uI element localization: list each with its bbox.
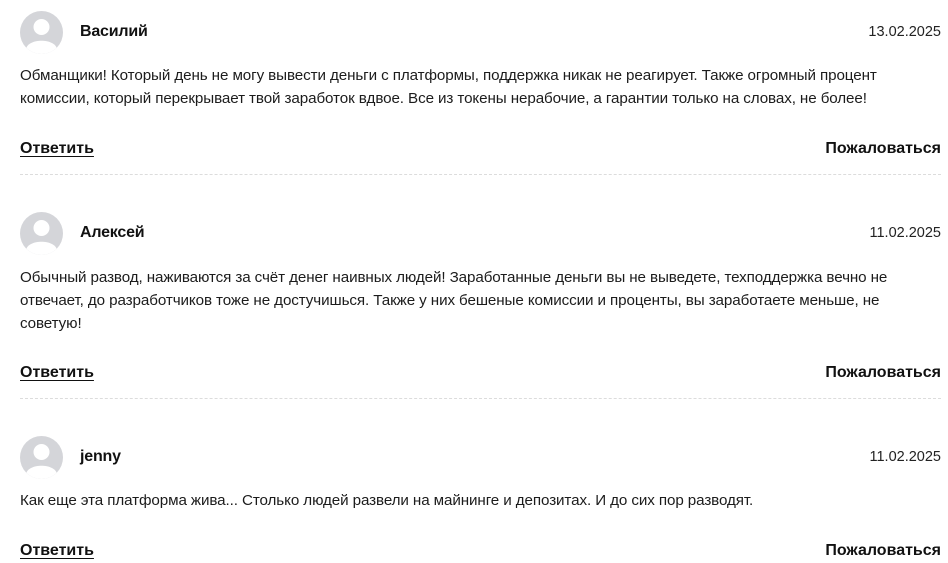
report-link[interactable]: Пожаловаться (825, 364, 941, 382)
comments-list: Василий 13.02.2025 Обманщики! Который де… (20, 10, 941, 563)
comment-author: jenny (80, 448, 121, 465)
comment-item: Василий 13.02.2025 Обманщики! Который де… (20, 10, 941, 175)
comment-header: Алексей 11.02.2025 (20, 211, 941, 255)
comment-text: Обманщики! Который день не могу вывести … (20, 67, 877, 107)
comment-text: Обычный развод, наживаются за счёт денег… (20, 269, 888, 332)
comment-actions: Ответить Пожаловаться (20, 539, 941, 563)
report-link[interactable]: Пожаловаться (825, 140, 941, 158)
comment-text: Как еще эта платформа жива... Столько лю… (20, 492, 754, 509)
comment-date: 11.02.2025 (869, 449, 942, 465)
user-avatar-icon (20, 435, 63, 479)
comment-header: Василий 13.02.2025 (20, 10, 941, 54)
user-avatar-icon (20, 211, 63, 255)
report-link[interactable]: Пожаловаться (825, 542, 941, 560)
comment-date: 13.02.2025 (868, 24, 941, 40)
reply-link[interactable]: Ответить (20, 364, 94, 382)
comment-header: jenny 11.02.2025 (20, 435, 941, 479)
comment-actions: Ответить Пожаловаться (20, 137, 941, 161)
user-avatar-icon (20, 10, 63, 54)
comment-date: 11.02.2025 (869, 225, 942, 241)
reply-link[interactable]: Ответить (20, 140, 94, 158)
reply-link[interactable]: Ответить (20, 542, 94, 560)
comment-author: Алексей (80, 224, 145, 241)
comment-actions: Ответить Пожаловаться (20, 361, 941, 385)
comment-divider (20, 174, 941, 175)
comment-divider (20, 398, 941, 399)
comment-author: Василий (80, 23, 148, 40)
comment-item: Алексей 11.02.2025 Обычный развод, нажив… (20, 211, 941, 399)
